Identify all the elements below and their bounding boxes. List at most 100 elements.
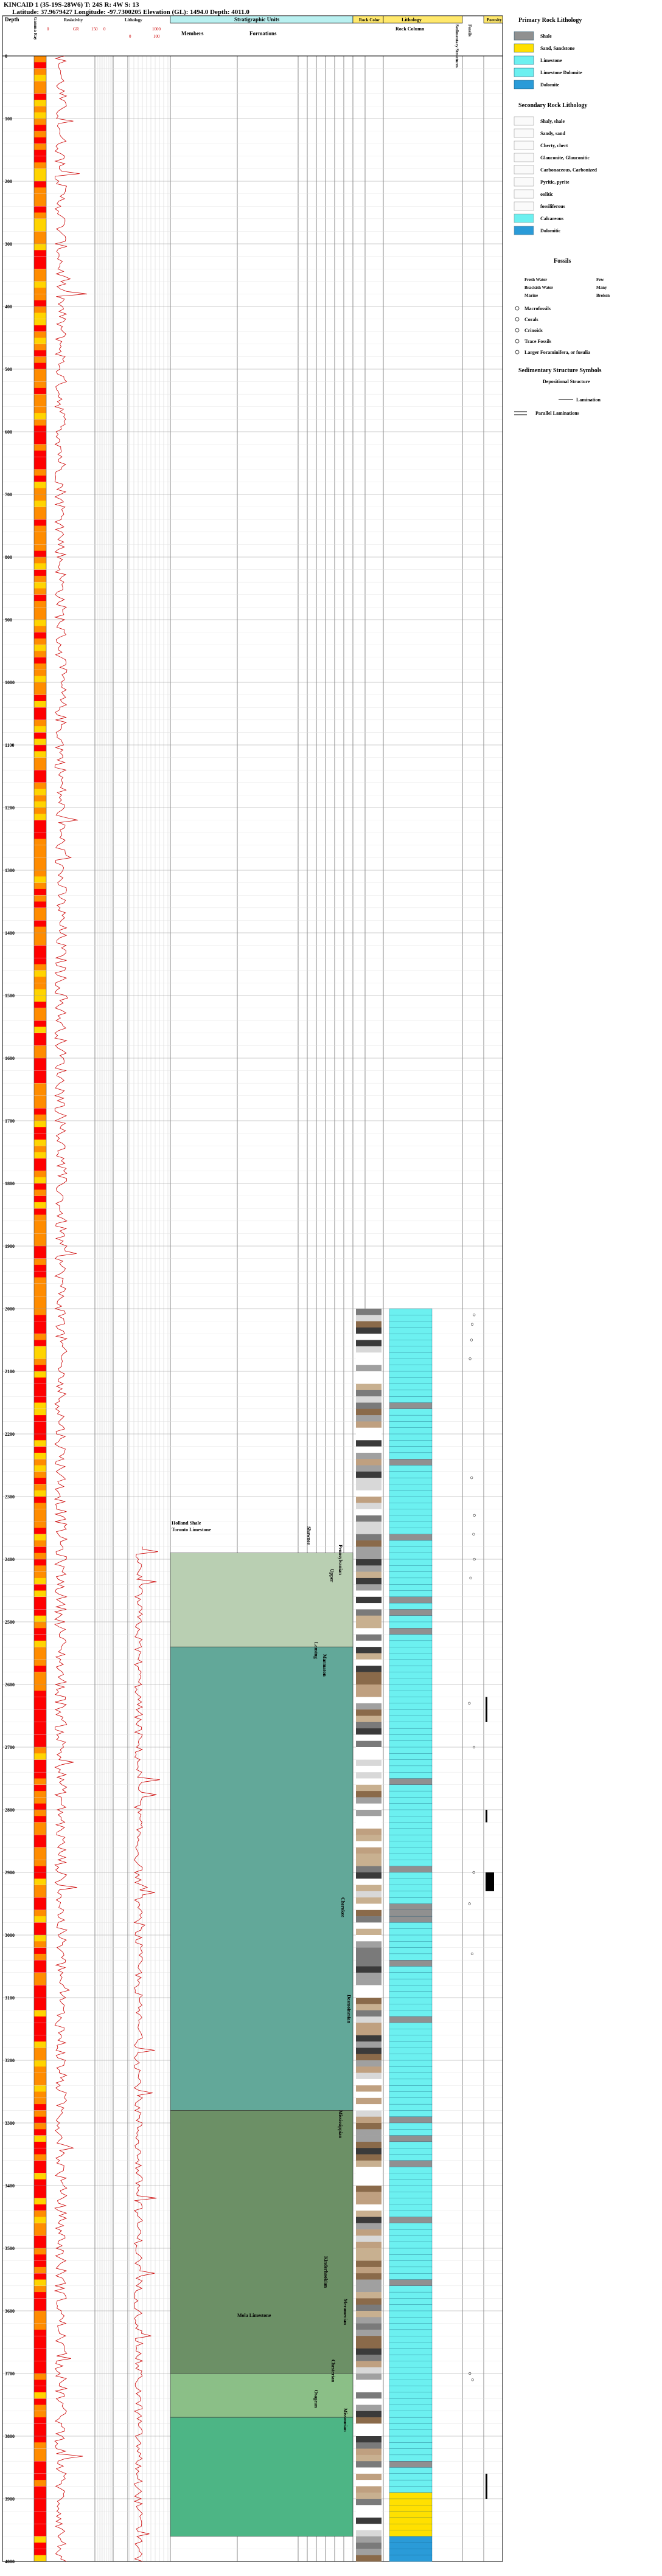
gr-color-band — [34, 795, 46, 802]
rock-column-band — [389, 1922, 433, 1930]
well-log-diagram: Depth Gamma Ray Resistivity Lithology 0 … — [2, 15, 610, 2564]
gr-color-band — [34, 1622, 46, 1629]
rock-color-band — [356, 1522, 382, 1528]
rock-color-band — [356, 1503, 382, 1509]
gr-color-band — [34, 150, 46, 157]
gr-color-band — [34, 1778, 46, 1785]
rock-color-band — [356, 2342, 382, 2349]
rock-color-band — [356, 1909, 382, 1917]
gr-color-band — [34, 394, 46, 401]
rock-color-band — [356, 2492, 382, 2499]
rock-column-band — [389, 1496, 433, 1503]
legend-secondary-item: Shaly, shale — [540, 119, 565, 124]
gr-color-band — [34, 1346, 46, 1353]
gr-color-band — [34, 670, 46, 677]
legend-fossil-icon — [515, 339, 520, 344]
depth-label: 1600 — [5, 1056, 15, 1061]
lithology-header: Lithology — [402, 17, 422, 23]
depth-label: 3300 — [5, 2121, 15, 2126]
gr-color-band — [34, 1640, 46, 1647]
legend-swatch — [514, 140, 534, 150]
rock-color-band — [356, 1935, 382, 1942]
rock-color-band — [356, 1740, 382, 1748]
porosity-bar — [486, 1810, 487, 1823]
gr-color-band — [34, 1171, 46, 1178]
rock-color-band — [356, 1653, 382, 1660]
rock-color-band — [356, 2524, 382, 2530]
rock-column-band — [389, 1522, 433, 1528]
gr-color-band — [34, 958, 46, 964]
gr-color-band — [34, 713, 46, 721]
gr-color-band — [34, 550, 46, 558]
rock-color-band — [356, 2010, 382, 2017]
rock-column-band — [389, 1835, 433, 1841]
rock-column-band — [389, 2254, 433, 2262]
rock-color-band — [356, 2260, 382, 2268]
depth-label: 4000 — [5, 2559, 15, 2564]
rock-color-band — [356, 2467, 382, 2474]
label-marmaton: Marmaton — [322, 1654, 327, 1677]
depth-label: 300 — [5, 241, 12, 247]
rock-color-band — [356, 2361, 382, 2367]
rock-column-band — [389, 1515, 433, 1522]
rock-color-band — [356, 1803, 382, 1810]
depth-label: 3400 — [5, 2183, 15, 2189]
rock-column-band — [389, 1665, 433, 1672]
rock-column-band — [389, 1703, 433, 1710]
legend-swatch — [514, 128, 534, 138]
gr-color-band — [34, 1697, 46, 1704]
legend-swatch — [514, 68, 534, 77]
gr-color-band — [34, 1515, 46, 1522]
rock-column-band — [389, 2173, 433, 2180]
legend-fossil-icon — [515, 317, 520, 322]
rock-column-band — [389, 2492, 433, 2499]
rock-color-band — [356, 2242, 382, 2249]
gr-color-band — [34, 2035, 46, 2042]
rock-column-band — [389, 1878, 433, 1886]
legend-primary-item: Sand, Sandstone — [540, 46, 575, 51]
rock-column-band — [389, 2103, 433, 2111]
rock-color-band — [356, 1396, 382, 1403]
gr-color-band — [34, 350, 46, 357]
gr-color-band — [34, 419, 46, 426]
gr-color-band — [34, 1684, 46, 1691]
gr-color-band — [34, 2016, 46, 2023]
gr-color-band — [34, 1916, 46, 1923]
fossils-header: Fossils — [467, 24, 472, 36]
rock-column-band — [389, 2429, 433, 2437]
rock-column-band — [389, 1503, 433, 1510]
gr-color-band — [34, 1584, 46, 1591]
gr-color-band — [34, 294, 46, 301]
rock-color-band — [356, 1810, 382, 1816]
gr-color-band — [34, 1051, 46, 1059]
rock-color-band — [356, 1784, 382, 1792]
gr-color-band — [34, 632, 46, 639]
rock-color-band — [356, 1953, 382, 1961]
gr-color-band — [34, 362, 46, 370]
rock-column-band — [389, 1509, 433, 1516]
rock-column-band — [389, 2285, 433, 2293]
rock-column-band — [389, 2185, 433, 2192]
rock-color-band — [356, 1979, 382, 1986]
gr-color-band — [34, 181, 46, 188]
gr-color-band — [34, 1803, 46, 1810]
rock-color-band — [356, 1334, 382, 1340]
gr-color-band — [34, 2104, 46, 2111]
gr-color-band — [34, 131, 46, 138]
gr-color-band — [34, 1822, 46, 1829]
rock-color-band — [356, 1590, 382, 1598]
rock-column-band — [389, 1421, 433, 1428]
depth-label: 200 — [5, 179, 12, 184]
gr-color-band — [34, 1146, 46, 1152]
gr-color-band — [34, 1553, 46, 1560]
gr-color-band — [34, 2499, 46, 2505]
rock-color-band — [356, 2386, 382, 2393]
legend-secondary-title: Secondary Rock Lithology — [518, 102, 587, 109]
gr-color-band — [34, 1509, 46, 1516]
rock-column-band — [389, 2486, 433, 2493]
legend-swatch — [514, 189, 534, 199]
gr-color-band — [34, 2248, 46, 2255]
gr-color-band — [34, 757, 46, 764]
rock-column-band — [389, 1847, 433, 1854]
fossil-env-fresh: Fresh Water — [524, 277, 547, 282]
